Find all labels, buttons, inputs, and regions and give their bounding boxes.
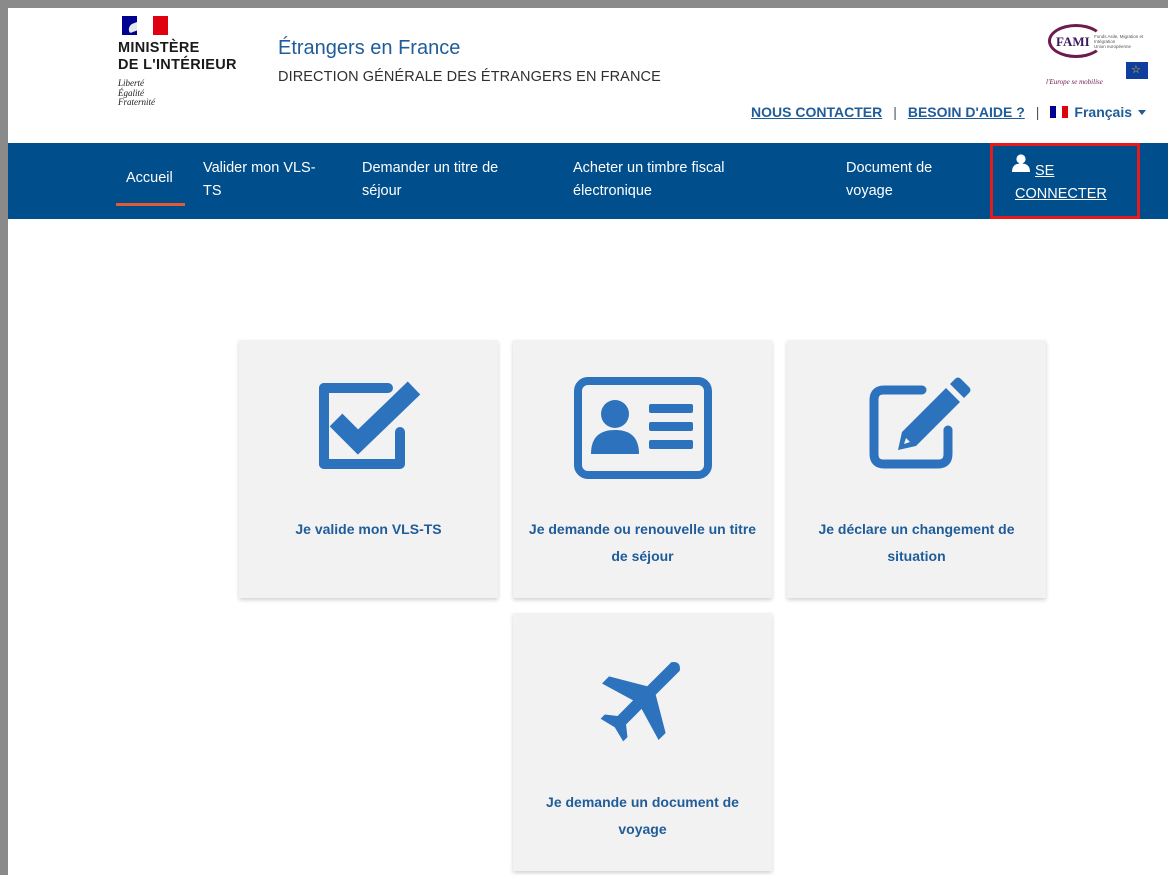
fami-name: FAMI <box>1056 34 1090 49</box>
card-caption: Je valide mon VLS-TS <box>243 516 494 543</box>
nav-item-label: Accueil <box>126 170 173 186</box>
nav-item-label: Valider mon VLS- <box>203 160 316 176</box>
airplane-icon <box>600 662 680 742</box>
site-title[interactable]: Étrangers en France <box>278 37 460 60</box>
nav-item-label: Acheter un timbre fiscal <box>573 160 725 176</box>
card-caption-line2: situation <box>887 548 946 564</box>
caret-down-icon <box>1138 109 1146 115</box>
card-caption: Je demande un document de voyage <box>517 789 768 843</box>
card-declarer-changement[interactable]: Je déclare un changement de situation <box>787 340 1046 598</box>
card-caption-line2: voyage <box>618 821 667 837</box>
card-demander-titre-sejour[interactable]: Je demande ou renouvelle un titre de séj… <box>513 340 772 598</box>
login-label-line1: SE <box>1035 163 1055 179</box>
nav-item-label: Demander un titre de <box>362 160 499 176</box>
fami-description: Fonds Asile, Migration et Intégration Un… <box>1094 34 1144 49</box>
nav-item-demander-titre[interactable]: Demander un titre de séjour <box>362 157 498 203</box>
help-link[interactable]: BESOIN D'AIDE ? <box>908 104 1025 120</box>
nav-item-label: TS <box>203 183 222 199</box>
link-separator: | <box>893 104 897 120</box>
nav-item-label: électronique <box>573 183 652 199</box>
card-caption-line1: Je déclare un changement de <box>818 521 1015 537</box>
card-caption-line1: Je valide mon VLS-TS <box>295 521 442 537</box>
nav-item-label: séjour <box>362 183 402 199</box>
login-button[interactable]: SE CONNECTER <box>990 143 1140 219</box>
nav-item-valider-vls-ts[interactable]: Valider mon VLS- TS <box>203 157 316 203</box>
fami-eu-text: Union européenne <box>1094 44 1132 49</box>
nav-item-document-voyage[interactable]: Document de voyage <box>846 157 932 203</box>
card-caption-line1: Je demande ou renouvelle un titre <box>528 521 757 537</box>
eu-flag-icon <box>1126 62 1148 79</box>
site-header: MINISTÈRE DE L'INTÉRIEUR Liberté Égalité… <box>8 8 1168 143</box>
main-nav: Accueil Valider mon VLS- TS Demander un … <box>8 143 1168 219</box>
language-label: Français <box>1074 104 1132 120</box>
nav-item-label: Document de <box>846 160 933 176</box>
login-label: SE CONNECTER <box>1015 160 1107 206</box>
card-caption-line2: de séjour <box>611 548 674 564</box>
devise: Liberté Égalité Fraternité <box>118 78 155 108</box>
french-flag-icon <box>1050 106 1069 118</box>
fami-fund-name: Fonds Asile, Migration et Intégration <box>1094 34 1144 44</box>
fami-logo: FAMI Fonds Asile, Migration et Intégrati… <box>1044 22 1148 90</box>
login-label-line2: CONNECTER <box>1015 186 1107 202</box>
fami-slogan: l'Europe se mobilise <box>1046 78 1103 86</box>
header-links: NOUS CONTACTER | BESOIN D'AIDE ? | Franç… <box>751 104 1146 120</box>
edit-pencil-icon <box>869 377 970 469</box>
nav-item-label: voyage <box>846 183 893 199</box>
id-card-icon <box>573 377 712 479</box>
ministere-line1: MINISTÈRE <box>118 40 200 56</box>
card-caption-line1: Je demande un document de <box>546 794 739 810</box>
contact-link[interactable]: NOUS CONTACTER <box>751 104 882 120</box>
language-selector[interactable]: Français <box>1050 104 1146 120</box>
ministere-logo-text[interactable]: MINISTÈRE DE L'INTÉRIEUR <box>118 40 237 74</box>
card-document-voyage[interactable]: Je demande un document de voyage <box>513 613 772 871</box>
site-subtitle: DIRECTION GÉNÉRALE DES ÉTRANGERS EN FRAN… <box>278 69 661 85</box>
ministere-line2: DE L'INTÉRIEUR <box>118 57 237 73</box>
checkbox-check-icon <box>318 381 420 469</box>
card-caption: Je demande ou renouvelle un titre de séj… <box>517 516 768 570</box>
nav-item-accueil[interactable]: Accueil <box>116 167 185 206</box>
card-valider-vls-ts[interactable]: Je valide mon VLS-TS <box>239 340 498 598</box>
devise-fraternite: Fraternité <box>118 97 155 107</box>
nav-item-timbre-fiscal[interactable]: Acheter un timbre fiscal électronique <box>573 157 725 203</box>
link-separator: | <box>1035 104 1040 120</box>
card-caption: Je déclare un changement de situation <box>791 516 1042 570</box>
marianne-logo <box>122 16 168 35</box>
